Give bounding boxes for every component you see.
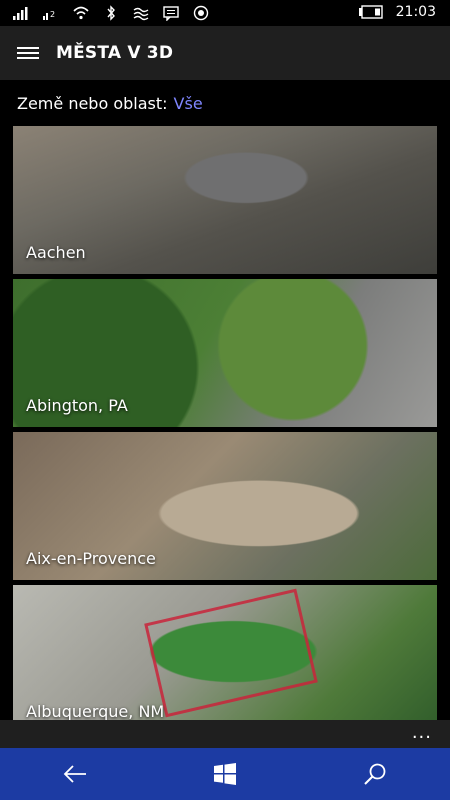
status-bar: 2 21:03 xyxy=(0,0,450,26)
city-list: Aachen Abington, PA Aix-en-Provence Albu… xyxy=(13,126,437,720)
app-bar: MĚSTA V 3D xyxy=(0,26,450,80)
city-tile-aachen[interactable]: Aachen xyxy=(13,126,437,274)
windows-start-icon xyxy=(214,763,236,785)
city-tile-abington[interactable]: Abington, PA xyxy=(13,279,437,427)
region-filter-value[interactable]: Vše xyxy=(174,94,203,113)
svg-text:2: 2 xyxy=(50,10,55,19)
hamburger-menu-button[interactable] xyxy=(0,26,56,80)
wifi-icon xyxy=(73,6,89,20)
region-filter: Země nebo oblast: Vše xyxy=(17,94,203,113)
search-icon xyxy=(364,763,386,785)
city-name: Albuquerque, NM xyxy=(26,702,165,720)
message-icon xyxy=(163,6,179,21)
back-button[interactable] xyxy=(35,748,115,800)
city-name: Aachen xyxy=(26,243,86,262)
page-title: MĚSTA V 3D xyxy=(56,43,174,63)
signal-2-icon: 2 xyxy=(43,10,55,20)
city-name: Aix-en-Provence xyxy=(26,549,156,568)
city-tile-albuquerque[interactable]: Albuquerque, NM xyxy=(13,585,437,720)
network-icon xyxy=(133,7,149,21)
city-tile-aix-en-provence[interactable]: Aix-en-Provence xyxy=(13,432,437,580)
clock: 21:03 xyxy=(395,4,436,20)
navigation-bar xyxy=(0,748,450,800)
battery-icon xyxy=(358,5,383,19)
back-arrow-icon xyxy=(63,765,86,783)
bluetooth-icon xyxy=(107,5,115,21)
start-button[interactable] xyxy=(185,748,265,800)
more-options-button[interactable]: ... xyxy=(412,722,432,743)
search-button[interactable] xyxy=(335,748,415,800)
status-icons-left: 2 xyxy=(12,5,210,21)
status-icons-right: 21:03 xyxy=(358,4,436,20)
city-aerial-image xyxy=(13,585,437,720)
region-filter-label: Země nebo oblast: xyxy=(17,94,168,113)
hamburger-icon xyxy=(17,44,39,62)
record-icon xyxy=(193,5,209,21)
city-name: Abington, PA xyxy=(26,396,128,415)
bottom-app-bar: ... xyxy=(0,720,450,748)
stadium-field-shape xyxy=(144,588,318,718)
signal-icon xyxy=(13,7,28,20)
